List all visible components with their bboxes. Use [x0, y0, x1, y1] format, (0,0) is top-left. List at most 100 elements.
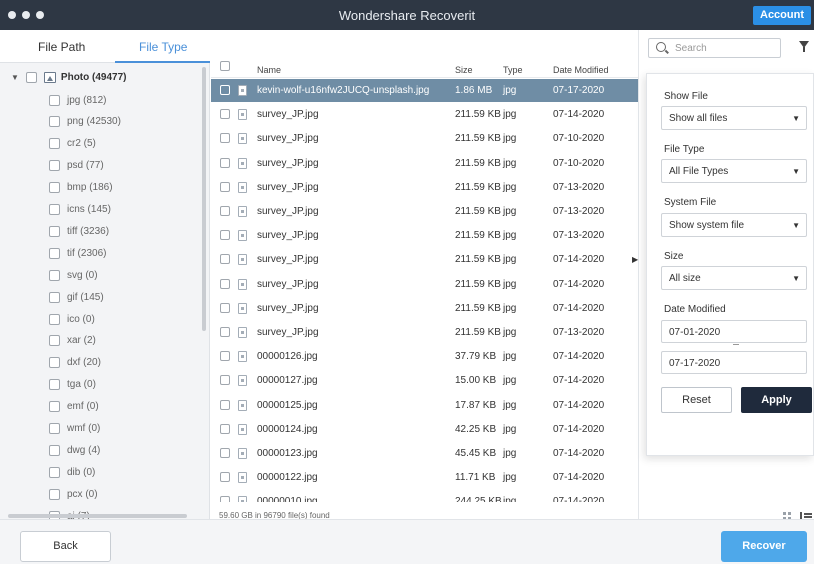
checkbox[interactable]: [49, 335, 60, 347]
tree-item[interactable]: dwg (4): [49, 440, 100, 460]
row-checkbox[interactable]: [220, 109, 230, 120]
table-row[interactable]: survey_JP.jpg 211.59 KB jpg 07-13-2020: [211, 224, 639, 247]
row-checkbox[interactable]: [220, 423, 230, 434]
row-checkbox[interactable]: [220, 327, 230, 337]
checkbox[interactable]: [49, 466, 60, 478]
row-checkbox[interactable]: [220, 375, 230, 386]
table-row[interactable]: 00000122.jpg 11.71 KB jpg 07-14-2020: [211, 466, 639, 489]
row-checkbox[interactable]: [220, 133, 230, 144]
table-row[interactable]: survey_JP.jpg 211.59 KB jpg 07-14-2020: [211, 297, 639, 320]
checkbox[interactable]: [49, 423, 60, 434]
table-row[interactable]: 00000010.jpg 244.25 KB jpg 07-14-2020: [211, 490, 639, 503]
table-row[interactable]: survey_JP.jpg 211.59 KB jpg 07-14-2020: [211, 248, 639, 271]
search-box[interactable]: Search: [648, 38, 781, 58]
tree-horizontal-scrollbar[interactable]: [8, 514, 187, 518]
column-header-name[interactable]: Name: [257, 65, 281, 75]
checkbox[interactable]: [25, 71, 37, 83]
account-button[interactable]: Account: [753, 6, 811, 25]
row-checkbox[interactable]: [220, 496, 230, 503]
tree-item[interactable]: pcx (0): [49, 484, 98, 504]
table-row[interactable]: 00000123.jpg 45.45 KB jpg 07-14-2020: [211, 442, 639, 465]
file-type-select[interactable]: All File Types ▼: [661, 159, 807, 183]
tree-item[interactable]: dxf (20): [49, 353, 101, 373]
checkbox[interactable]: [49, 160, 60, 172]
checkbox[interactable]: [49, 247, 60, 259]
row-checkbox[interactable]: [220, 254, 230, 265]
tree-item[interactable]: svg (0): [49, 265, 98, 285]
checkbox[interactable]: [49, 269, 60, 281]
tree-item[interactable]: icns (145): [49, 200, 111, 220]
filter-icon[interactable]: [799, 41, 809, 52]
tree-item[interactable]: ico (0): [49, 309, 95, 329]
table-row[interactable]: survey_JP.jpg 211.59 KB jpg 07-13-2020: [211, 321, 639, 344]
table-row[interactable]: survey_JP.jpg 211.59 KB jpg 07-10-2020: [211, 152, 639, 175]
table-row[interactable]: 00000125.jpg 17.87 KB jpg 07-14-2020: [211, 394, 639, 417]
checkbox[interactable]: [49, 313, 60, 325]
column-header-size[interactable]: Size: [455, 65, 473, 75]
reset-button[interactable]: Reset: [661, 387, 732, 413]
date-from-input[interactable]: 07-01-2020: [661, 320, 807, 343]
table-row[interactable]: survey_JP.jpg 211.59 KB jpg 07-13-2020: [211, 200, 639, 223]
column-header-type[interactable]: Type: [503, 65, 523, 75]
checkbox[interactable]: [49, 138, 60, 150]
back-button[interactable]: Back: [20, 531, 111, 562]
row-checkbox[interactable]: [220, 230, 230, 241]
tree-item[interactable]: gif (145): [49, 287, 104, 307]
row-checkbox[interactable]: [220, 181, 230, 192]
checkbox[interactable]: [49, 182, 60, 194]
collapse-panel-icon[interactable]: ▶: [632, 255, 638, 264]
checkbox[interactable]: [49, 401, 60, 413]
checkbox[interactable]: [49, 204, 60, 215]
tree-item[interactable]: tga (0): [49, 375, 96, 395]
table-row[interactable]: survey_JP.jpg 211.59 KB jpg 07-14-2020: [211, 273, 639, 296]
tree-vertical-scrollbar[interactable]: [202, 67, 206, 331]
checkbox[interactable]: [49, 116, 60, 128]
show-file-select[interactable]: Show all files ▼: [661, 106, 807, 130]
tree-item[interactable]: xar (2): [49, 331, 96, 351]
row-checkbox[interactable]: [220, 399, 230, 410]
tree-item[interactable]: psd (77): [49, 156, 104, 176]
tab-file-type[interactable]: File Type: [139, 40, 187, 54]
checkbox[interactable]: [49, 444, 60, 456]
row-checkbox[interactable]: [220, 351, 230, 362]
table-row[interactable]: survey_JP.jpg 211.59 KB jpg 07-14-2020: [211, 103, 639, 126]
row-checkbox[interactable]: [220, 472, 230, 483]
recover-button[interactable]: Recover: [721, 531, 807, 562]
system-file-select[interactable]: Show system file ▼: [661, 213, 807, 237]
table-row[interactable]: survey_JP.jpg 211.59 KB jpg 07-10-2020: [211, 127, 639, 150]
table-row[interactable]: 00000127.jpg 15.00 KB jpg 07-14-2020: [211, 369, 639, 392]
row-checkbox[interactable]: [220, 302, 230, 313]
table-row[interactable]: kevin-wolf-u16nfw2JUCQ-unsplash.jpg 1.86 …: [211, 79, 639, 102]
checkbox[interactable]: [49, 291, 60, 303]
tree-item[interactable]: emf (0): [49, 397, 99, 417]
tree-item[interactable]: tif (2306): [49, 243, 106, 263]
row-checkbox[interactable]: [220, 206, 230, 216]
tab-file-path[interactable]: File Path: [38, 40, 85, 54]
row-checkbox[interactable]: [220, 448, 230, 458]
table-row[interactable]: 00000124.jpg 42.25 KB jpg 07-14-2020: [211, 418, 639, 441]
table-row[interactable]: 00000126.jpg 37.79 KB jpg 07-14-2020: [211, 345, 639, 368]
checkbox[interactable]: [49, 379, 60, 391]
tree-item[interactable]: dib (0): [49, 462, 95, 482]
apply-button[interactable]: Apply: [741, 387, 812, 413]
tree-item[interactable]: cr2 (5): [49, 134, 96, 154]
tree-item[interactable]: wmf (0): [49, 419, 100, 439]
row-checkbox[interactable]: [220, 85, 230, 95]
checkbox[interactable]: [49, 357, 60, 369]
tree-item[interactable]: png (42530): [49, 112, 121, 132]
column-header-date[interactable]: Date Modified: [553, 65, 609, 75]
select-all-checkbox[interactable]: [220, 61, 230, 71]
tree-item[interactable]: jpg (812): [49, 90, 106, 110]
checkbox[interactable]: [49, 488, 60, 500]
checkbox[interactable]: [49, 225, 60, 237]
row-checkbox[interactable]: [220, 278, 230, 289]
tree-root-photo[interactable]: ▼ Photo (49477): [11, 67, 127, 87]
checkbox[interactable]: [49, 94, 60, 106]
chevron-down-icon[interactable]: ▼: [11, 73, 19, 82]
size-select[interactable]: All size ▼: [661, 266, 807, 290]
row-checkbox[interactable]: [220, 157, 230, 168]
tree-item[interactable]: bmp (186): [49, 178, 113, 198]
table-row[interactable]: survey_JP.jpg 211.59 KB jpg 07-13-2020: [211, 176, 639, 199]
search-input[interactable]: Search: [675, 43, 707, 54]
tree-item[interactable]: tiff (3236): [49, 221, 109, 241]
